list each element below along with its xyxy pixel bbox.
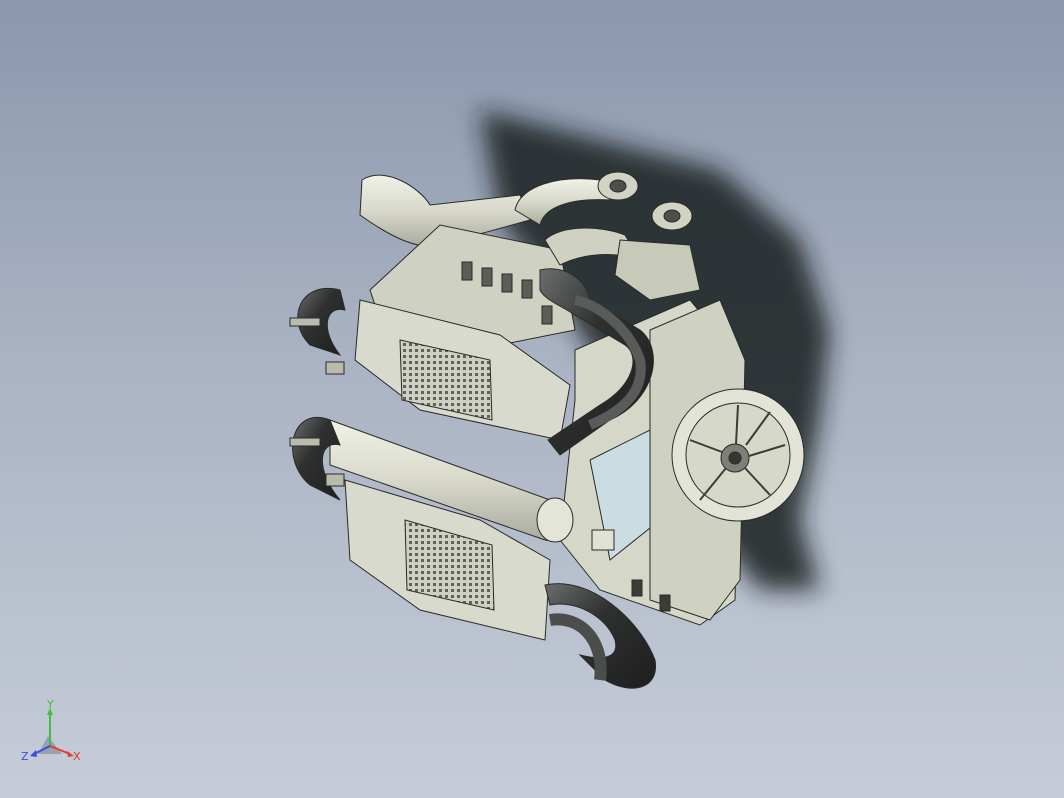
wastegate-right[interactable] xyxy=(651,201,693,231)
3d-viewport[interactable] xyxy=(0,0,1064,798)
sensor-left xyxy=(631,579,643,597)
triad-z-label: Z xyxy=(21,750,29,763)
block-plate xyxy=(591,529,615,551)
triad-x-label: X xyxy=(73,750,81,763)
wastegate-left[interactable] xyxy=(597,171,639,201)
triad-y-label: Y xyxy=(46,700,54,711)
sensor-right xyxy=(659,594,671,612)
axis-triad: Y X Z xyxy=(21,700,81,763)
